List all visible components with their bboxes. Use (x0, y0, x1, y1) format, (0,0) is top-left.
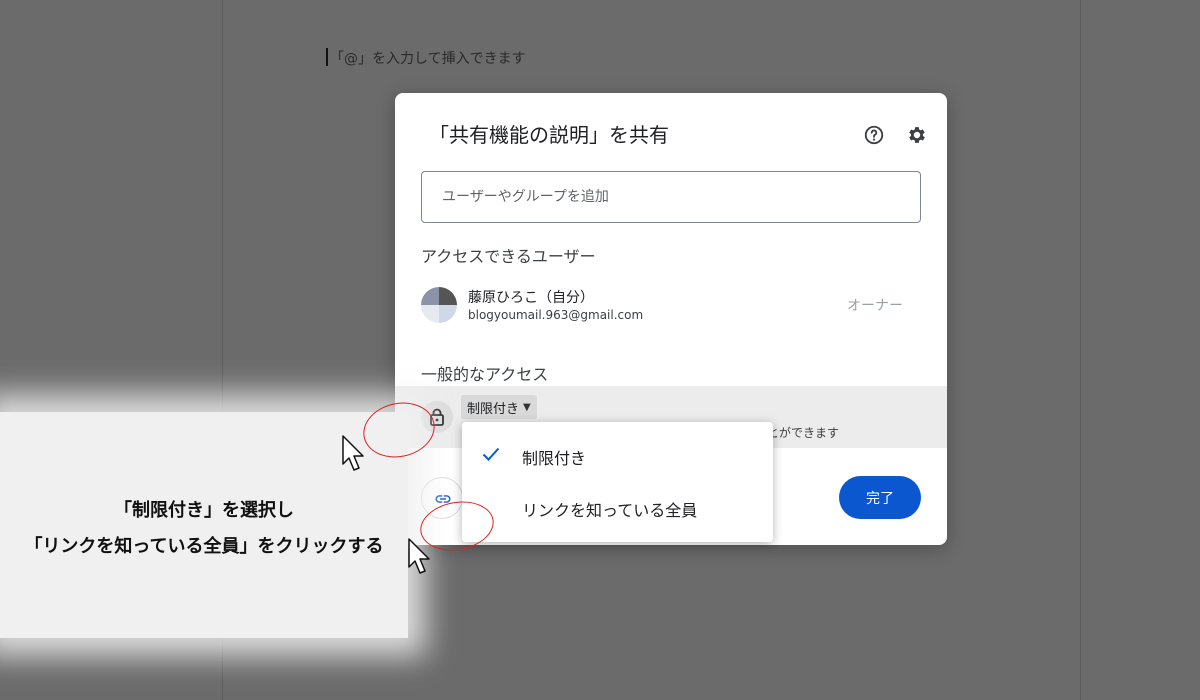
cursor-arrow-icon (342, 435, 364, 471)
option-restricted[interactable]: 制限付き (462, 430, 773, 480)
instruction-line-2: 「リンクを知っている全員」をクリックする (24, 536, 384, 557)
option-label: 制限付き (522, 449, 587, 468)
option-anyone-with-link[interactable]: リンクを知っている全員 (462, 482, 773, 532)
option-label: リンクを知っている全員 (522, 501, 698, 520)
done-button[interactable]: 完了 (839, 476, 921, 519)
instruction-line-1: 「制限付き」を選択し (114, 500, 294, 521)
access-description: とができます (767, 426, 840, 440)
access-level-dropdown: 制限付き リンクを知っている全員 (462, 422, 773, 542)
check-icon (482, 447, 500, 461)
access-level-select[interactable]: 制限付き ▼ (461, 395, 537, 419)
doc-insert-hint: 「@」を入力して挿入できます (326, 48, 526, 68)
access-users-heading: アクセスできるユーザー (421, 247, 596, 266)
add-people-input[interactable] (421, 171, 921, 223)
access-level-value: 制限付き (467, 401, 520, 417)
share-dialog-title: 「共有機能の説明」を共有 (429, 123, 669, 147)
cursor-arrow-icon (408, 538, 430, 574)
owner-role-label: オーナー (847, 298, 903, 314)
gear-icon[interactable] (906, 124, 928, 146)
general-access-heading: 一般的なアクセス (421, 365, 549, 384)
doc-hint-text: 「@」を入力して挿入できます (330, 51, 526, 67)
user-email: blogyoumail.963@gmail.com (468, 308, 644, 322)
help-icon[interactable] (863, 124, 885, 146)
user-name: 藤原ひろこ（自分） (468, 290, 594, 306)
avatar (421, 287, 457, 323)
chevron-down-icon: ▼ (523, 401, 531, 413)
text-caret (326, 48, 328, 66)
